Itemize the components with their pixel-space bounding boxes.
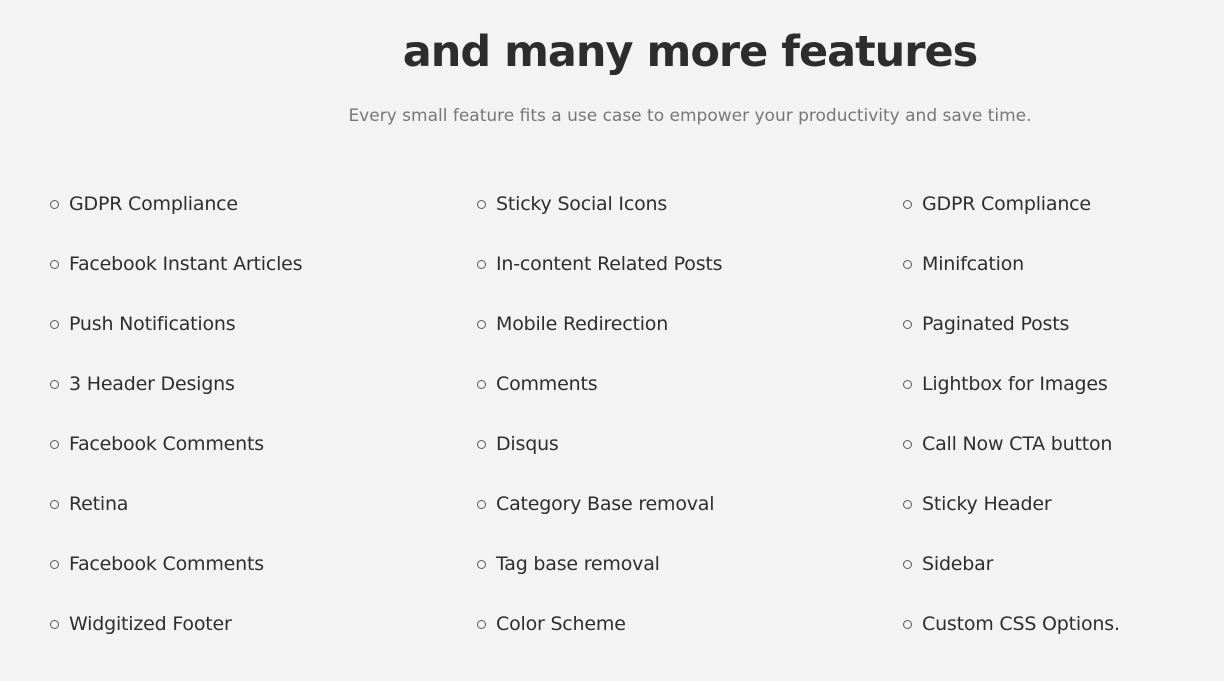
feature-item: Retina	[50, 474, 302, 534]
feature-label: Paginated Posts	[922, 313, 1070, 335]
feature-item: Facebook Instant Articles	[50, 234, 303, 294]
circle-bullet-icon	[50, 199, 59, 209]
feature-item: Lightbox for Images	[903, 354, 1120, 414]
feature-item: Sticky Header	[903, 474, 1120, 534]
feature-label: Retina	[69, 493, 129, 515]
feature-item: Call Now CTA button	[903, 414, 1120, 474]
section-subtitle: Every small feature fits a use case to e…	[348, 106, 1032, 126]
circle-bullet-icon	[477, 379, 486, 389]
circle-bullet-icon	[903, 259, 912, 269]
feature-label: Minifcation	[922, 253, 1024, 275]
feature-item: Push Notifications	[50, 294, 302, 354]
feature-item: Color Scheme	[477, 594, 722, 654]
features-column-2: Sticky Social Icons In-content Related P…	[477, 174, 723, 654]
feature-item: Custom CSS Options.	[903, 594, 1120, 654]
feature-label: In-content Related Posts	[496, 253, 723, 275]
feature-item: In-content Related Posts	[477, 234, 723, 294]
circle-bullet-icon	[477, 199, 486, 209]
circle-bullet-icon	[50, 439, 59, 449]
feature-item: Widgitized Footer	[50, 594, 302, 654]
feature-label: Push Notifications	[69, 313, 236, 335]
feature-item: Disqus	[477, 414, 722, 474]
feature-label: Call Now CTA button	[922, 433, 1113, 455]
feature-item: GDPR Compliance	[903, 174, 1120, 234]
feature-label: Color Scheme	[496, 613, 626, 635]
features-column-3: GDPR Compliance Minifcation Paginated Po…	[903, 174, 1120, 654]
circle-bullet-icon	[477, 619, 486, 629]
circle-bullet-icon	[50, 319, 59, 329]
feature-item: Facebook Comments	[50, 534, 302, 594]
feature-label: Sticky Social Icons	[496, 193, 668, 215]
circle-bullet-icon	[903, 199, 912, 209]
feature-item: Paginated Posts	[903, 294, 1120, 354]
feature-item: Sidebar	[903, 534, 1120, 594]
feature-item: Sticky Social Icons	[477, 174, 722, 234]
section-title: and many more features	[402, 27, 979, 77]
feature-item: GDPR Compliance	[50, 174, 302, 234]
feature-item: Comments	[477, 354, 722, 414]
feature-label: Custom CSS Options.	[922, 613, 1120, 635]
circle-bullet-icon	[50, 499, 59, 509]
circle-bullet-icon	[50, 379, 59, 389]
feature-label: GDPR Compliance	[69, 193, 238, 215]
feature-item: Minifcation	[903, 234, 1120, 294]
circle-bullet-icon	[903, 499, 912, 509]
circle-bullet-icon	[50, 619, 59, 629]
circle-bullet-icon	[903, 319, 912, 329]
circle-bullet-icon	[477, 559, 486, 569]
feature-item: Category Base removal	[477, 474, 722, 534]
feature-item: Facebook Comments	[50, 414, 302, 474]
feature-label: Category Base removal	[496, 493, 715, 515]
feature-label: Comments	[496, 373, 598, 395]
feature-label: Disqus	[496, 433, 559, 455]
feature-label: Widgitized Footer	[69, 613, 232, 635]
feature-label: GDPR Compliance	[922, 193, 1091, 215]
circle-bullet-icon	[903, 619, 912, 629]
circle-bullet-icon	[903, 379, 912, 389]
circle-bullet-icon	[903, 559, 912, 569]
circle-bullet-icon	[477, 259, 486, 269]
feature-label: Sticky Header	[922, 493, 1052, 515]
circle-bullet-icon	[477, 499, 486, 509]
feature-label: Mobile Redirection	[496, 313, 669, 335]
features-column-1: GDPR Compliance Facebook Instant Article…	[50, 174, 303, 654]
circle-bullet-icon	[477, 319, 486, 329]
feature-label: 3 Header Designs	[69, 373, 235, 395]
feature-label: Lightbox for Images	[922, 373, 1108, 395]
circle-bullet-icon	[50, 559, 59, 569]
feature-label: Sidebar	[922, 553, 994, 575]
feature-item: Mobile Redirection	[477, 294, 722, 354]
feature-item: Tag base removal	[477, 534, 722, 594]
feature-label: Facebook Comments	[69, 433, 264, 455]
circle-bullet-icon	[477, 439, 486, 449]
feature-item: 3 Header Designs	[50, 354, 302, 414]
feature-label: Facebook Instant Articles	[69, 253, 303, 275]
circle-bullet-icon	[903, 439, 912, 449]
circle-bullet-icon	[50, 259, 59, 269]
feature-label: Tag base removal	[496, 553, 660, 575]
feature-label: Facebook Comments	[69, 553, 264, 575]
